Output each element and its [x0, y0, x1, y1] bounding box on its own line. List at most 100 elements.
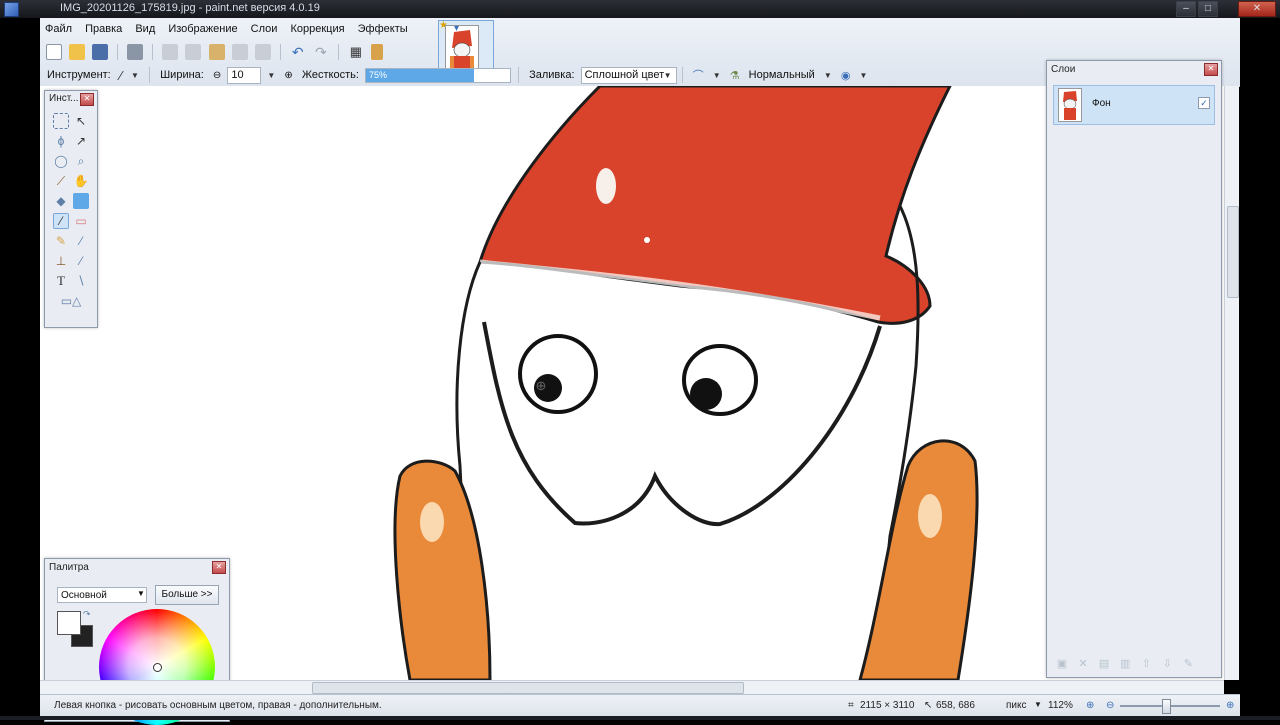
blend-mode-select[interactable]: Нормальный: [749, 69, 815, 81]
layer-row[interactable]: Фон ✓: [1053, 85, 1215, 125]
menu-image[interactable]: Изображение: [163, 21, 242, 37]
line-curve-icon[interactable]: ∖: [73, 273, 89, 289]
ruler-icon[interactable]: [371, 44, 383, 60]
paint-bucket-icon[interactable]: ◆: [53, 193, 69, 209]
new-file-icon[interactable]: [46, 44, 62, 60]
cursor-position-icon: ↖: [924, 700, 933, 711]
clone-stamp-icon[interactable]: ⊥: [53, 253, 69, 269]
move-selected-icon[interactable]: ↗: [73, 133, 89, 149]
zoom-level[interactable]: 112%: [1048, 700, 1073, 711]
layers-panel: Слои ✕ Фон ✓ ▣ ✕ ▤ ▥ ⇧ ⇩ ✎: [1046, 60, 1222, 678]
add-layer-icon[interactable]: ▣: [1055, 657, 1069, 671]
redo-icon[interactable]: ↷: [313, 44, 329, 60]
layers-panel-title: Слои: [1051, 64, 1076, 75]
shapes-icon[interactable]: ▭△: [53, 293, 89, 309]
blend-dropdown-chevron-icon[interactable]: ▼: [824, 71, 832, 80]
paintbrush-tool-icon[interactable]: ⁄: [53, 213, 69, 229]
open-file-icon[interactable]: [69, 44, 86, 60]
antialias-dropdown-chevron-icon[interactable]: ▼: [713, 71, 721, 80]
move-layer-down-icon[interactable]: ⇩: [1160, 657, 1174, 671]
layers-panel-close-icon[interactable]: ✕: [1204, 63, 1218, 76]
color-wheel-marker[interactable]: [153, 663, 162, 672]
color-picker-icon[interactable]: ⁄: [73, 233, 89, 249]
menu-adjustments[interactable]: Коррекция: [285, 21, 349, 37]
text-tool-icon[interactable]: T: [53, 273, 69, 289]
zoom-out-icon[interactable]: ⊖: [1106, 700, 1114, 711]
units-chevron-icon[interactable]: ▼: [1034, 700, 1042, 709]
width-dropdown-chevron-icon[interactable]: ▼: [267, 71, 275, 80]
status-bar: Левая кнопка - рисовать основным цветом,…: [40, 694, 1240, 717]
tools-panel: Инст... ✕ ↖ ϕ ↗ ◯ ⌕ ⟋ ✋ ◆ ⁄ ▭ ✎ ⁄ ⊥ ⁄ T …: [44, 90, 98, 328]
fill-label: Заливка:: [529, 69, 575, 81]
menu-layers[interactable]: Слои: [246, 21, 283, 37]
duplicate-layer-icon[interactable]: ▤: [1097, 657, 1111, 671]
print-icon[interactable]: [127, 44, 144, 60]
app-icon[interactable]: [4, 2, 19, 17]
pan-hand-icon[interactable]: ✋: [73, 173, 89, 189]
width-input[interactable]: 10: [227, 66, 262, 84]
alpha-icon[interactable]: ◉: [841, 69, 851, 82]
palette-panel-close-icon[interactable]: ✕: [212, 561, 226, 574]
alpha-dropdown-chevron-icon[interactable]: ▼: [860, 71, 868, 80]
swap-colors-icon[interactable]: ↷: [83, 609, 91, 620]
layer-properties-icon[interactable]: ✎: [1181, 657, 1195, 671]
lasso-icon[interactable]: ϕ: [53, 133, 69, 149]
undo-icon[interactable]: ↶: [290, 44, 306, 60]
menu-view[interactable]: Вид: [130, 21, 160, 37]
menu-edit[interactable]: Правка: [80, 21, 127, 37]
zoom-in-icon[interactable]: ⊕: [1226, 700, 1234, 711]
tools-panel-close-icon[interactable]: ✕: [80, 93, 94, 106]
eraser-icon[interactable]: ▭: [73, 213, 89, 229]
vertical-scroll-thumb[interactable]: [1227, 206, 1239, 298]
delete-layer-icon[interactable]: ✕: [1076, 657, 1090, 671]
width-decrease-icon[interactable]: ⊖: [213, 70, 221, 81]
blend-mode-icon[interactable]: ⚗: [730, 69, 740, 82]
layer-visibility-checkbox[interactable]: ✓: [1198, 97, 1210, 109]
copy-icon[interactable]: [185, 44, 202, 60]
pencil-icon[interactable]: ✎: [53, 233, 69, 249]
cut-icon[interactable]: [162, 44, 179, 60]
save-icon[interactable]: [92, 44, 109, 60]
close-window-button[interactable]: ✕: [1238, 1, 1276, 17]
vertical-scrollbar[interactable]: [1224, 86, 1239, 680]
image-size: 2115 × 3110: [860, 700, 915, 711]
maximize-button[interactable]: □: [1198, 1, 1218, 17]
zoom-fit-icon[interactable]: ⊕: [1086, 700, 1094, 711]
units-select[interactable]: пикс: [1006, 700, 1027, 711]
crosshair-cursor-icon: ⊕: [535, 378, 547, 393]
primary-color-swatch[interactable]: [57, 611, 81, 635]
minimize-button[interactable]: –: [1176, 1, 1196, 17]
window-title: IMG_20201126_175819.jpg - paint.net верс…: [60, 2, 320, 14]
tool-dropdown-chevron-icon[interactable]: ▼: [131, 71, 139, 80]
paintbrush-icon[interactable]: ⁄: [120, 68, 122, 83]
magic-wand-icon[interactable]: ⟋: [53, 173, 69, 189]
horizontal-scroll-thumb[interactable]: [312, 682, 744, 694]
paste-icon[interactable]: [208, 44, 225, 60]
ellipse-select-icon[interactable]: ◯: [53, 153, 69, 169]
gradient-icon[interactable]: [73, 193, 89, 209]
hardness-slider[interactable]: 75%: [364, 67, 511, 83]
menu-file[interactable]: Файл: [40, 21, 77, 37]
cursor-position: 658, 686: [936, 700, 975, 711]
rectangle-select-icon[interactable]: [53, 113, 69, 129]
palette-mode-select[interactable]: Основной: [57, 587, 147, 603]
zoom-slider-knob[interactable]: [1162, 699, 1171, 714]
antialias-icon[interactable]: ⌒: [693, 67, 704, 83]
zoom-icon[interactable]: ⌕: [73, 153, 89, 169]
move-selection-icon[interactable]: ↖: [73, 113, 89, 129]
move-layer-up-icon[interactable]: ⇧: [1139, 657, 1153, 671]
horizontal-scrollbar[interactable]: [40, 680, 1224, 695]
width-increase-icon[interactable]: ⊕: [284, 70, 292, 81]
tab-menu-chevron-icon[interactable]: ▾: [454, 24, 464, 34]
grid-icon[interactable]: ▦: [348, 44, 364, 60]
crop-icon[interactable]: [231, 44, 248, 60]
fill-select[interactable]: Сплошной цвет: [580, 66, 677, 84]
recolor-icon[interactable]: ⁄: [73, 253, 89, 269]
menu-effects[interactable]: Эффекты: [353, 21, 413, 37]
palette-mode-chevron-icon[interactable]: ▼: [137, 589, 145, 598]
left-eye: [518, 334, 598, 414]
deselect-icon[interactable]: [254, 44, 271, 60]
more-colors-button[interactable]: Больше >>: [155, 585, 219, 605]
merge-layer-icon[interactable]: ▥: [1118, 657, 1132, 671]
fill-dropdown-chevron-icon[interactable]: ▼: [664, 71, 672, 80]
